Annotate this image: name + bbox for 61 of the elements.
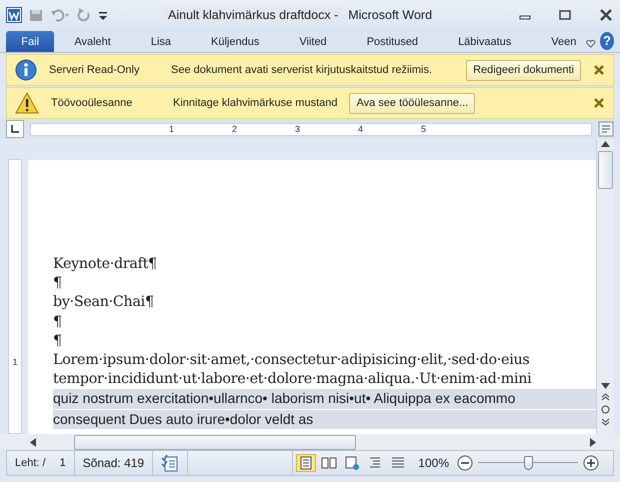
document-text-line: tempor·incididunt·ut·labore·et·dolore·magna·aliqua.·Ut·enim·ad·mini [53, 370, 532, 390]
reading-view-icon [321, 455, 338, 471]
print-view-icon [298, 455, 314, 471]
close-icon[interactable] [598, 8, 614, 22]
view-ruler-icon[interactable] [598, 121, 614, 137]
word-app-icon[interactable] [6, 7, 22, 23]
ribbon-tab[interactable]: Fail [6, 31, 54, 52]
print-view-button[interactable] [296, 454, 316, 472]
zoom-level[interactable]: 100% [418, 456, 449, 470]
warning-icon [15, 92, 39, 114]
word-count: Sõnad: 419 [82, 456, 144, 470]
ribbon-tab[interactable]: Küljendus [201, 31, 270, 52]
web-view-icon [344, 455, 360, 471]
page-number: 1 [60, 457, 66, 469]
document-text-line: ¶ [53, 312, 62, 332]
ruler-number: 4 [356, 124, 363, 134]
next-page-icon[interactable] [601, 418, 610, 426]
info-icon [15, 59, 37, 81]
ruler-number: 5 [420, 124, 426, 134]
tab-selector[interactable] [6, 120, 24, 138]
close-icon[interactable] [593, 97, 605, 109]
select-browse-object-icon[interactable] [601, 405, 610, 414]
ribbon-tab[interactable]: Avaleht [64, 31, 121, 52]
scroll-right-arrow-icon[interactable] [590, 438, 596, 446]
scroll-down-arrow-icon[interactable] [601, 383, 610, 389]
help-button[interactable]: ? [600, 32, 614, 50]
close-icon[interactable] [593, 64, 605, 76]
zoom-in-icon[interactable] [583, 455, 599, 471]
ribbon-tab[interactable]: Läbivaatus [448, 31, 522, 52]
ruler-number: 2 [230, 124, 237, 134]
message-text: Kinnitage klahvimärkuse mustand [173, 97, 338, 109]
ruler-number: 1 [12, 357, 18, 367]
ruler-number: 1 [168, 124, 174, 134]
window-title: Ainult klahvimärkus draftdocx - [164, 7, 342, 23]
scroll-up-arrow-icon[interactable] [601, 141, 610, 147]
message-bar-button[interactable]: Ava see tööülesanne... [349, 92, 476, 114]
proofing-icon[interactable] [161, 454, 180, 472]
document-text-line: by·Sean·Chai¶ [53, 293, 154, 312]
ribbon-tab[interactable]: Veen [541, 31, 586, 52]
page-label: Leht: / [15, 457, 46, 469]
zoom-out-icon[interactable] [457, 455, 473, 471]
document-text-line: Lorem·ipsum·dolor·sit·amet,·consectetur·adipisicing·elit,·sed·do·eius [53, 351, 530, 370]
document-text-line: ¶ [53, 332, 62, 351]
document-text-line: Keynote·draft¶ [53, 255, 157, 274]
slider-thumb[interactable] [524, 456, 533, 470]
ruler-number: 3 [294, 124, 300, 134]
message-text: See dokument avati serverist kirjutuskaitstud režiimis. [171, 64, 432, 76]
app-name: Microsoft Word [348, 8, 432, 22]
ribbon-tab[interactable]: Viited [289, 31, 337, 52]
document-text-line: ¶ [53, 274, 62, 294]
restore-icon[interactable] [558, 8, 572, 22]
message-bar-title: Töövooülesanne [51, 97, 134, 109]
scrollbar-thumb[interactable] [74, 434, 356, 450]
scroll-left-arrow-icon[interactable] [30, 438, 36, 446]
ribbon-tab[interactable]: Lisa [140, 31, 182, 52]
tab-stop-icon [11, 125, 19, 133]
previous-page-icon[interactable] [601, 393, 610, 401]
ribbon-tab[interactable]: Postitused [356, 31, 428, 52]
message-bar-button[interactable]: Redigeeri dokumenti [466, 60, 581, 80]
scrollbar-thumb[interactable] [598, 151, 613, 189]
message-bar-title: Serveri Read-Only [49, 64, 140, 76]
